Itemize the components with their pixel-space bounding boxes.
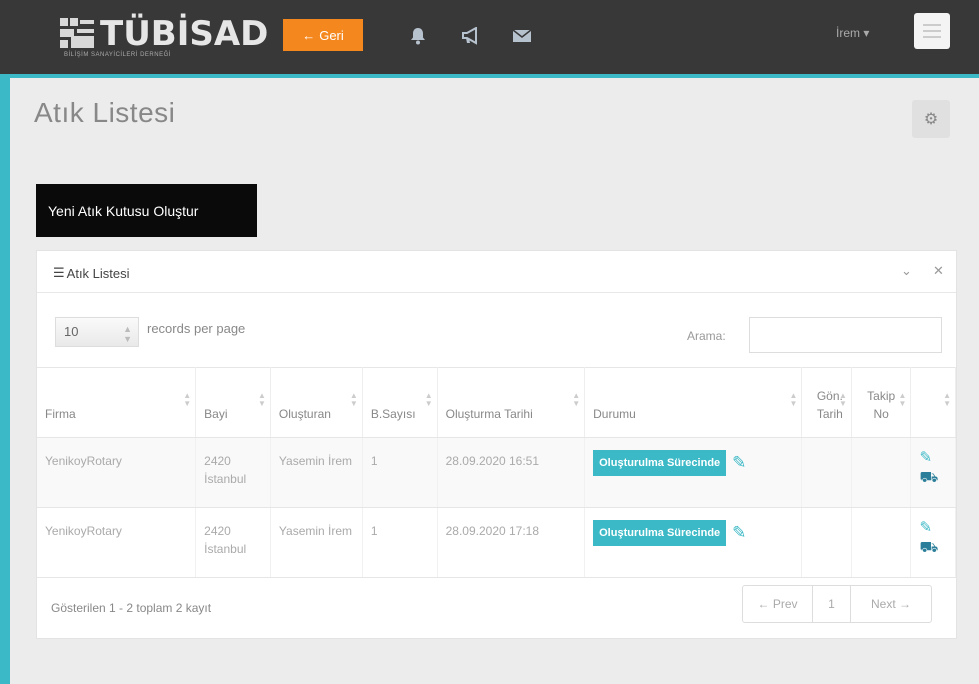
cell-olusturan: Yasemin İrem bbox=[270, 507, 363, 578]
table-row: YenikoyRotary 2420 İstanbul Yasemin İrem… bbox=[37, 437, 956, 508]
cell-b-sayisi: 1 bbox=[362, 437, 438, 508]
waste-table: Firma ▲ ▼ Bayi ▲ ▼ Oluşturan ▲ ▼ B.Sayısı ▲ ▼ Ol… bbox=[37, 367, 956, 578]
logo-text: TÜBİSAD bbox=[100, 14, 269, 54]
page-title: Atık Listesi bbox=[34, 97, 176, 128]
table-info: Gösterilen 1 - 2 toplam 2 kayıt bbox=[51, 601, 212, 615]
top-navbar: TÜBİSAD BİLİŞİM SANAYİCİLERİ DERNEĞİ ← G… bbox=[0, 0, 979, 78]
truck-icon[interactable]: ⛟ bbox=[919, 468, 949, 488]
page-1-button[interactable]: 1 bbox=[813, 586, 851, 622]
sort-icon: ▲ ▼ bbox=[943, 391, 951, 408]
cell-takip-no bbox=[851, 437, 912, 508]
create-waste-box-button[interactable]: Yeni Atık Kutusu Oluştur bbox=[36, 184, 257, 237]
cell-durumu: Oluşturulma Sürecinde ✎ bbox=[584, 437, 803, 508]
search-label: Arama: bbox=[687, 329, 726, 343]
sort-icon: ▲ ▼ bbox=[183, 391, 192, 408]
cell-b-sayisi: 1 bbox=[362, 507, 438, 578]
truck-icon[interactable]: ⛟ bbox=[919, 538, 949, 558]
list-icon: ☰ bbox=[53, 265, 65, 280]
settings-gears-button[interactable]: ⚙ bbox=[912, 100, 950, 138]
cell-actions: ✎ ⛟ bbox=[910, 507, 956, 578]
panel-title: ☰ Atık Listesi bbox=[53, 265, 130, 281]
sort-icon: ▲ ▼ bbox=[572, 391, 581, 408]
left-accent-bar bbox=[0, 78, 10, 684]
cell-bayi: 2420 İstanbul bbox=[195, 437, 271, 508]
table-row: YenikoyRotary 2420 İstanbul Yasemin İrem… bbox=[37, 507, 956, 578]
search-input[interactable] bbox=[749, 317, 942, 353]
caret-down-icon: ▾ bbox=[863, 26, 870, 40]
records-per-page-value: 10 bbox=[64, 324, 79, 339]
col-header-takip-no[interactable]: Takip No ▲ ▼ bbox=[851, 367, 912, 438]
menu-icon bbox=[923, 24, 941, 26]
select-caret-icon: ▲ ▼ bbox=[123, 324, 132, 344]
col-header-actions[interactable]: ▲ ▼ bbox=[910, 367, 956, 438]
next-page-button[interactable]: Next → bbox=[851, 586, 931, 622]
pagination: ← Prev 1 Next → bbox=[742, 585, 932, 623]
cell-actions: ✎ ⛟ bbox=[910, 437, 956, 508]
sort-icon: ▲ ▼ bbox=[257, 391, 266, 408]
cell-durumu: Oluşturulma Sürecinde ✎ bbox=[584, 507, 803, 578]
user-name: İrem bbox=[836, 26, 860, 40]
cell-olusturan: Yasemin İrem bbox=[270, 437, 363, 508]
cell-gon-tarih bbox=[801, 437, 852, 508]
col-header-durumu[interactable]: Durumu ▲ ▼ bbox=[584, 367, 803, 438]
cell-firma: YenikoyRotary bbox=[37, 507, 197, 578]
user-menu[interactable]: İrem ▾ bbox=[836, 26, 869, 40]
edit-icon[interactable]: ✎ bbox=[919, 518, 949, 538]
cogs-icon: ⚙ bbox=[923, 111, 939, 128]
bullhorn-icon[interactable] bbox=[459, 24, 483, 48]
records-per-page-select[interactable]: 10 ▲ ▼ bbox=[55, 317, 139, 347]
col-header-firma[interactable]: Firma ▲ ▼ bbox=[37, 367, 197, 438]
arrow-left-icon: ← bbox=[302, 27, 316, 43]
sort-icon: ▲ ▼ bbox=[789, 391, 798, 408]
cell-takip-no bbox=[851, 507, 912, 578]
col-header-b-sayisi[interactable]: B.Sayısı ▲ ▼ bbox=[362, 367, 438, 438]
col-header-bayi[interactable]: Bayi ▲ ▼ bbox=[195, 367, 271, 438]
edit-status-icon[interactable]: ✎ bbox=[732, 524, 746, 542]
sort-icon: ▲ ▼ bbox=[424, 391, 433, 408]
prev-page-button[interactable]: ← Prev bbox=[743, 586, 813, 622]
cell-gon-tarih bbox=[801, 507, 852, 578]
table-header-row: Firma ▲ ▼ Bayi ▲ ▼ Oluşturan ▲ ▼ B.Sayısı ▲ ▼ Ol… bbox=[37, 367, 956, 438]
envelope-icon[interactable] bbox=[510, 24, 534, 48]
sort-icon: ▲ ▼ bbox=[349, 391, 358, 408]
status-badge: Oluşturulma Sürecinde bbox=[593, 520, 727, 546]
collapse-chevron-icon[interactable]: ⌄ bbox=[901, 263, 912, 279]
cell-firma: YenikoyRotary bbox=[37, 437, 197, 508]
tubisad-logo[interactable]: TÜBİSAD BİLİŞİM SANAYİCİLERİ DERNEĞİ bbox=[60, 12, 268, 60]
bell-icon[interactable] bbox=[406, 24, 430, 48]
logo-mark-icon bbox=[60, 18, 96, 48]
close-icon[interactable]: ✕ bbox=[933, 263, 944, 279]
panel-title-text: Atık Listesi bbox=[66, 265, 130, 281]
col-header-olusturma-tarihi[interactable]: Oluşturma Tarihi ▲ ▼ bbox=[437, 367, 586, 438]
logo-subtitle: BİLİŞİM SANAYİCİLERİ DERNEĞİ bbox=[64, 52, 171, 58]
panel-header: ☰ Atık Listesi ⌄ ✕ bbox=[37, 251, 956, 293]
menu-toggle-button[interactable] bbox=[914, 13, 950, 49]
status-badge: Oluşturulma Sürecinde bbox=[593, 450, 727, 476]
cell-olusturma-tarihi: 28.09.2020 17:18 bbox=[437, 507, 586, 578]
col-header-olusturan[interactable]: Oluşturan ▲ ▼ bbox=[270, 367, 363, 438]
col-header-gon-tarih[interactable]: Gön. Tarih ▲ ▼ bbox=[801, 367, 852, 438]
waste-list-panel: ☰ Atık Listesi ⌄ ✕ 10 ▲ ▼ records per pag… bbox=[36, 250, 957, 639]
edit-status-icon[interactable]: ✎ bbox=[732, 454, 746, 472]
records-per-page-label: records per page bbox=[147, 321, 246, 336]
sort-icon: ▲ ▼ bbox=[838, 391, 847, 408]
edit-icon[interactable]: ✎ bbox=[919, 448, 949, 468]
back-button[interactable]: ← Geri bbox=[283, 19, 363, 51]
sort-icon: ▲ ▼ bbox=[898, 391, 907, 408]
cell-bayi: 2420 İstanbul bbox=[195, 507, 271, 578]
cell-olusturma-tarihi: 28.09.2020 16:51 bbox=[437, 437, 586, 508]
back-button-label: Geri bbox=[319, 27, 344, 43]
